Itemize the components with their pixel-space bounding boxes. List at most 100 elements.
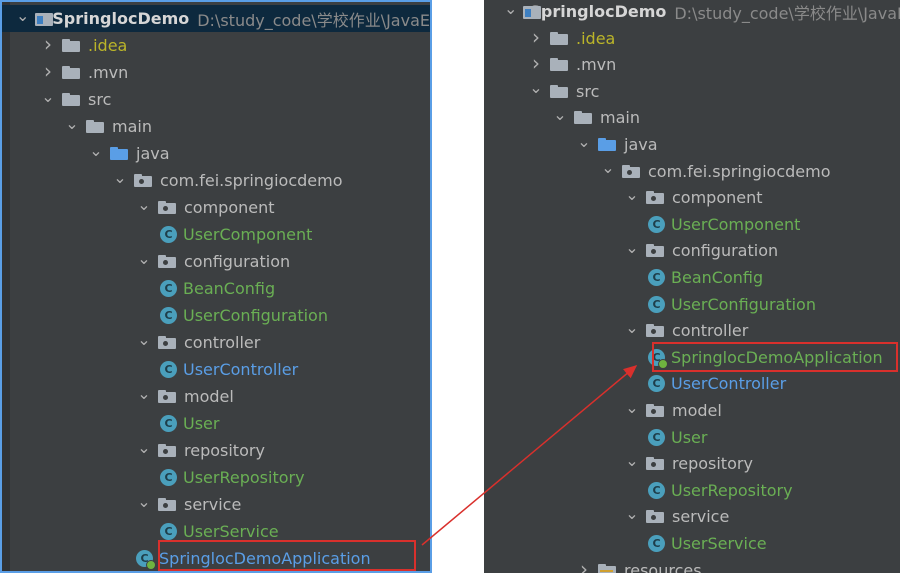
tree-node[interactable]: ⌄ component [2, 194, 430, 221]
project-path: D:\study_code\学校作业\JavaE [674, 3, 900, 23]
chevron-down-icon[interactable]: ⌄ [552, 105, 568, 124]
tree-node-label: com.fei.springiocdemo [648, 161, 831, 181]
tree-node-label: User [671, 427, 708, 447]
tree-node[interactable]: ⌄ main [484, 104, 900, 131]
class-icon: C [160, 307, 177, 324]
tree-node-label: controller [672, 321, 749, 341]
chevron-down-icon[interactable]: ⌄ [136, 492, 152, 511]
tree-node-label: UserConfiguration [183, 306, 328, 325]
tree-node-label: service [672, 507, 730, 527]
tree-node[interactable]: ⌄ component [484, 184, 900, 211]
tree-node-label: model [184, 387, 234, 406]
class-icon: C [160, 226, 177, 243]
tree-node[interactable]: ⌄ repository [484, 450, 900, 477]
chevron-down-icon[interactable]: ⌄ [64, 114, 80, 133]
chevron-right-icon[interactable]: › [40, 32, 56, 56]
tree-node[interactable]: ⌄ com.fei.springiocdemo [2, 167, 430, 194]
tree-node[interactable]: › .idea [484, 25, 900, 52]
tree-node[interactable]: ⌄ SpringlocDemo D:\study_code\学校作业\JavaE [484, 0, 900, 25]
chevron-down-icon[interactable]: ⌄ [504, 0, 517, 18]
chevron-right-icon[interactable]: › [528, 51, 544, 75]
tree-node-label: UserRepository [183, 468, 305, 487]
chevron-down-icon[interactable]: ⌄ [528, 78, 544, 97]
tree-node[interactable]: ⌄ repository [2, 437, 430, 464]
tree-node[interactable]: ⌄ main [2, 113, 430, 140]
chevron-down-icon[interactable]: ⌄ [624, 451, 640, 470]
chevron-down-icon[interactable]: ⌄ [624, 398, 640, 417]
tree-node-label: BeanConfig [671, 268, 764, 287]
tree-node[interactable]: ⌄CUserConfiguration [484, 291, 900, 318]
tree-node[interactable]: ⌄ java [484, 131, 900, 158]
tree-node-label: repository [672, 454, 753, 474]
tree-node[interactable]: ⌄CUserComponent [2, 221, 430, 248]
tree-node[interactable]: › resources [484, 557, 900, 573]
tree-node[interactable]: ⌄ com.fei.springiocdemo [484, 158, 900, 185]
chevron-down-icon[interactable]: ⌄ [16, 6, 29, 25]
chevron-down-icon[interactable]: ⌄ [136, 195, 152, 214]
chevron-down-icon[interactable]: ⌄ [136, 249, 152, 268]
tree-node[interactable]: ⌄ model [484, 397, 900, 424]
tree-node[interactable]: › .idea [2, 32, 430, 59]
tree-node[interactable]: ⌄ configuration [484, 237, 900, 264]
folder-icon [86, 120, 106, 133]
chevron-down-icon[interactable]: ⌄ [88, 141, 104, 160]
project-path: D:\study_code\学校作业\JavaE [197, 10, 430, 30]
tree-node[interactable]: ⌄ controller [484, 317, 900, 344]
tree-node[interactable]: ⌄CUserConfiguration [2, 302, 430, 329]
right-project-tree: ⌄ SpringlocDemo D:\study_code\学校作业\JavaE ›.… [484, 0, 900, 573]
tree-node[interactable]: ⌄CBeanConfig [484, 264, 900, 291]
tree-node[interactable]: ⌄CUserController [2, 356, 430, 383]
tree-node[interactable]: ⌄ src [2, 86, 430, 113]
tree-node[interactable]: ⌄CBeanConfig [2, 275, 430, 302]
tree-node[interactable]: ⌄CUserComponent [484, 211, 900, 238]
tree-node-label: main [112, 117, 152, 136]
chevron-right-icon[interactable]: › [576, 557, 592, 573]
chevron-down-icon[interactable]: ⌄ [136, 438, 152, 457]
class-icon: C [648, 295, 665, 313]
chevron-down-icon[interactable]: ⌄ [600, 158, 616, 177]
chevron-down-icon[interactable]: ⌄ [136, 384, 152, 403]
tree-node[interactable]: ⌄ model [2, 383, 430, 410]
tree-node[interactable]: ⌄CUser [2, 410, 430, 437]
class-icon: C [648, 269, 665, 286]
tree-node[interactable]: ⌄CUser [484, 424, 900, 451]
tree-node[interactable]: ⌄CUserRepository [484, 477, 900, 504]
chevron-down-icon[interactable]: ⌄ [40, 87, 56, 106]
chevron-right-icon[interactable]: › [40, 59, 56, 83]
tree-node[interactable]: ⌄ java [2, 140, 430, 167]
resources-folder-icon [598, 563, 618, 573]
left-project-tree: ⌄ SpringlocDemo D:\study_code\学校作业\JavaE ›.… [0, 0, 432, 573]
tree-node-label: configuration [184, 252, 291, 271]
chevron-down-icon[interactable]: ⌄ [624, 185, 640, 204]
tree-node[interactable]: ⌄ configuration [2, 248, 430, 275]
tree-node-label: src [88, 90, 112, 109]
tree-node-label: resources [624, 560, 702, 573]
chevron-down-icon[interactable]: ⌄ [136, 330, 152, 349]
chevron-down-icon[interactable]: ⌄ [112, 168, 128, 187]
tree-node[interactable]: › .mvn [484, 51, 900, 78]
chevron-down-icon[interactable]: ⌄ [624, 318, 640, 337]
tree-node-label: service [184, 495, 242, 514]
tree-node[interactable]: ⌄ service [2, 491, 430, 518]
tree-node[interactable]: ⌄CUserRepository [2, 464, 430, 491]
tree-node[interactable]: › .mvn [2, 59, 430, 86]
chevron-down-icon[interactable]: ⌄ [624, 504, 640, 523]
tree-node-label: controller [184, 333, 261, 352]
chevron-down-icon[interactable]: ⌄ [576, 132, 592, 151]
class-icon: C [648, 375, 665, 393]
tree-node-label: UserComponent [671, 214, 801, 234]
tree-node[interactable]: ⌄ SpringlocDemo D:\study_code\学校作业\JavaE [2, 5, 430, 32]
tree-node[interactable]: ⌄ service [484, 503, 900, 530]
tree-node-label: java [136, 144, 170, 163]
chevron-down-icon[interactable]: ⌄ [624, 238, 640, 257]
source-folder-icon [598, 138, 618, 151]
tree-node[interactable]: ⌄CUserController [484, 370, 900, 397]
source-folder-icon [110, 147, 130, 160]
tree-node-label: com.fei.springiocdemo [160, 171, 343, 190]
folder-icon [550, 58, 570, 72]
tree-node[interactable]: ⌄ controller [2, 329, 430, 356]
chevron-right-icon[interactable]: › [528, 25, 544, 49]
package-icon [158, 255, 178, 268]
tree-node[interactable]: ⌄ src [484, 78, 900, 105]
tree-node[interactable]: ⌄CUserService [484, 530, 900, 557]
